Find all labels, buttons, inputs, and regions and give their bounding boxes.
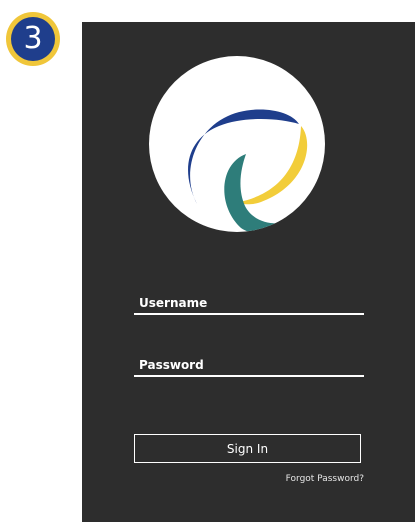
screenshot-stage: 3 Username Password Sign In Forgot Passw… <box>0 0 415 522</box>
username-field[interactable]: Username <box>134 296 364 315</box>
step-badge: 3 <box>6 12 60 66</box>
password-label: Password <box>134 358 364 377</box>
password-field[interactable]: Password <box>134 358 364 377</box>
logo-teal-swoosh <box>224 154 299 232</box>
app-logo-graphic <box>188 109 308 232</box>
login-screen: Username Password Sign In Forgot Passwor… <box>82 22 415 522</box>
app-logo-icon <box>149 56 325 232</box>
sign-in-button[interactable]: Sign In <box>134 434 361 463</box>
step-number: 3 <box>11 17 55 61</box>
logo-yellow-crescent <box>239 126 308 205</box>
forgot-password-link[interactable]: Forgot Password? <box>286 474 364 484</box>
username-label: Username <box>134 296 364 315</box>
